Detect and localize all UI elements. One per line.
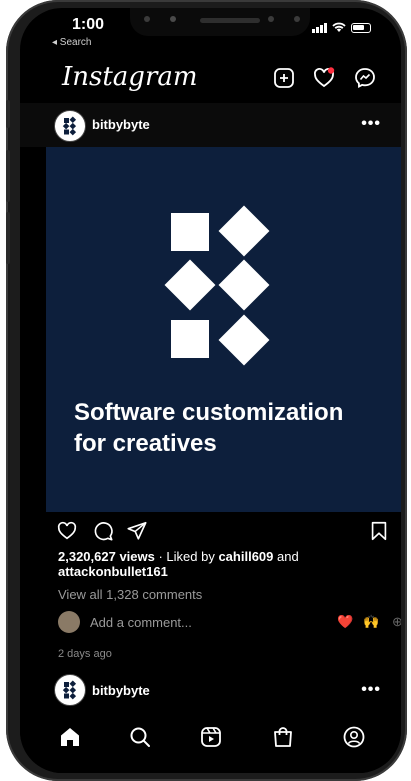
- add-comment-input[interactable]: Add a comment...: [90, 615, 192, 630]
- heart-reaction-icon[interactable]: ❤️: [337, 614, 353, 630]
- notch: [130, 8, 310, 36]
- status-icons: [312, 22, 371, 33]
- earpiece-speaker: [200, 18, 260, 23]
- back-to-search-link[interactable]: ◂ Search: [52, 37, 91, 48]
- save-bookmark-icon[interactable]: [368, 520, 390, 542]
- volume-up-button: [6, 150, 10, 202]
- notch-dot: [268, 16, 274, 22]
- shop-icon[interactable]: [271, 725, 295, 749]
- add-post-icon[interactable]: [272, 66, 296, 90]
- messenger-icon[interactable]: [353, 66, 377, 90]
- bitbybyte-logo-icon: [62, 116, 77, 136]
- notch-dot: [144, 16, 150, 22]
- screen: 1:00 ◂ Search Instagram bitbybyte ••• So…: [20, 8, 401, 773]
- battery-icon: [351, 23, 371, 33]
- like-icon[interactable]: [56, 520, 78, 542]
- caption-line: for creatives: [74, 430, 217, 457]
- liked-by-prefix: · Liked by: [154, 549, 219, 564]
- raised-hands-reaction-icon[interactable]: 🙌: [363, 614, 379, 630]
- post-header: bitbybyte •••: [20, 103, 401, 147]
- reels-icon[interactable]: [199, 725, 223, 749]
- heart-notification-icon[interactable]: [312, 66, 336, 90]
- comment-icon[interactable]: [92, 520, 114, 542]
- view-count[interactable]: 2,320,627 views: [58, 549, 155, 564]
- caption-line: Software customization: [74, 399, 344, 426]
- share-icon[interactable]: [126, 520, 148, 542]
- profile-avatar[interactable]: [54, 110, 86, 142]
- liked-by-user[interactable]: cahill609: [218, 549, 273, 564]
- signal-icon: [312, 23, 327, 33]
- mute-switch: [6, 100, 10, 128]
- post-timestamp: 2 days ago: [58, 648, 112, 660]
- bitbybyte-logo-icon: [62, 680, 77, 700]
- liked-by-user-2[interactable]: attackonbullet161: [58, 564, 168, 579]
- post-username[interactable]: bitbybyte: [92, 117, 150, 132]
- front-camera: [170, 16, 176, 22]
- current-user-avatar: [58, 611, 80, 633]
- search-icon[interactable]: [128, 725, 152, 749]
- notch-dot: [294, 16, 300, 22]
- phone-frame: 1:00 ◂ Search Instagram bitbybyte ••• So…: [6, 0, 407, 781]
- next-post-options-icon[interactable]: •••: [361, 681, 381, 699]
- post-image[interactable]: Software customization for creatives: [46, 147, 401, 512]
- instagram-logo[interactable]: Instagram: [62, 62, 198, 92]
- volume-down-button: [6, 212, 10, 264]
- post-image-caption: Software customization for creatives: [74, 397, 343, 459]
- add-comment-row: Add a comment... ❤️ 🙌 ⊕: [58, 611, 401, 635]
- view-all-comments-link[interactable]: View all 1,328 comments: [58, 587, 202, 602]
- next-post-avatar[interactable]: [54, 674, 86, 706]
- liked-by-and: and: [273, 549, 299, 564]
- profile-icon[interactable]: [342, 725, 366, 749]
- add-reaction-icon[interactable]: ⊕: [392, 614, 401, 630]
- home-icon[interactable]: [58, 725, 82, 749]
- post-stats: 2,320,627 views · Liked by cahill609 and…: [58, 549, 378, 579]
- status-time: 1:00: [72, 16, 105, 33]
- bottom-nav: [20, 711, 401, 773]
- post-options-icon[interactable]: •••: [361, 115, 381, 133]
- next-post-username[interactable]: bitbybyte: [92, 683, 150, 698]
- wifi-icon: [332, 22, 346, 32]
